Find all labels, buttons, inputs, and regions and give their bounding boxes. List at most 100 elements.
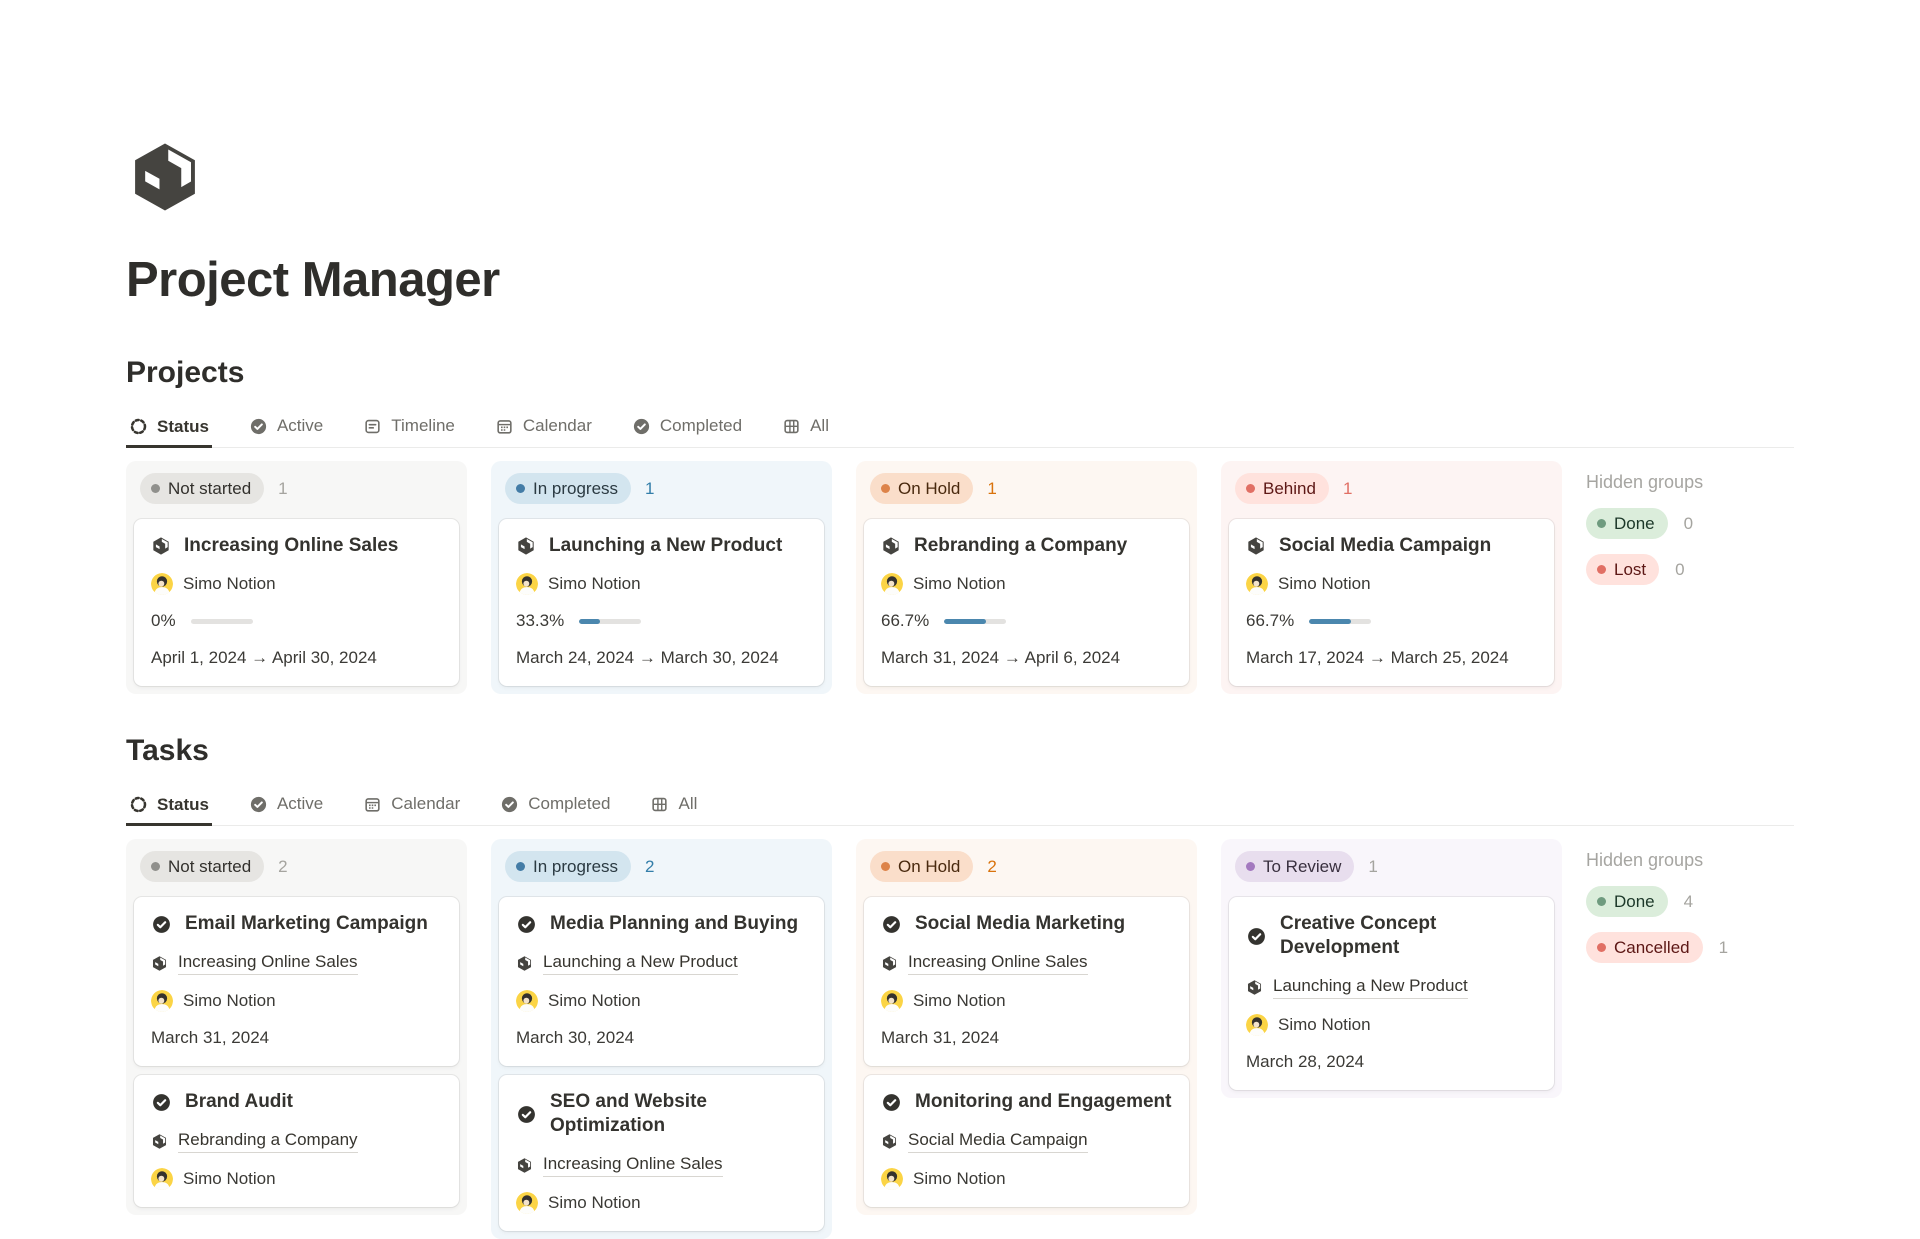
related-project-link[interactable]: Increasing Online Sales (908, 951, 1088, 975)
board-column-to-review: To Review 1 Creative Concept Development La… (1221, 839, 1562, 1098)
task-card[interactable]: SEO and Website Optimization Increasing O… (499, 1075, 824, 1231)
project-card[interactable]: Social Media Campaign Simo Notion 66.7% Mar… (1229, 519, 1554, 686)
status-chip-in-progress[interactable]: In progress (505, 851, 632, 882)
status-chip-done[interactable]: Done (1586, 886, 1668, 917)
tab-active[interactable]: Active (246, 784, 326, 825)
tab-all[interactable]: All (779, 406, 832, 447)
status-chip-cancelled[interactable]: Cancelled (1586, 932, 1703, 963)
tab-label: Timeline (391, 416, 455, 435)
status-chip-not-started[interactable]: Not started (140, 851, 265, 882)
related-project-link[interactable]: Rebranding a Company (178, 1129, 358, 1153)
status-dot-icon (1597, 897, 1606, 906)
person-row: Simo Notion (881, 1168, 1172, 1190)
person-name: Simo Notion (913, 991, 1006, 1010)
column-header: On Hold 2 (862, 845, 1191, 888)
grid-icon (784, 419, 799, 433)
package-icon (153, 537, 169, 555)
status-chip-not-started[interactable]: Not started (140, 473, 265, 504)
tab-label: Completed (659, 416, 743, 435)
person-name: Simo Notion (183, 1169, 276, 1188)
card-title: Social Media Marketing (881, 912, 1172, 936)
check-circle-icon (518, 1105, 535, 1123)
status-chip-to-review[interactable]: To Review (1235, 851, 1355, 882)
person-name: Simo Notion (913, 1169, 1006, 1188)
tab-all[interactable]: All (647, 784, 700, 825)
status-chip-behind[interactable]: Behind (1235, 473, 1329, 504)
status-chip-on-hold[interactable]: On Hold (870, 851, 974, 882)
status-chip-on-hold[interactable]: On Hold (870, 473, 974, 504)
task-card[interactable]: Monitoring and Engagement Social Media Ca… (864, 1075, 1189, 1207)
avatar (516, 1192, 538, 1214)
package-icon (882, 1133, 897, 1149)
tab-completed[interactable]: Completed (629, 406, 745, 447)
progress-bar (944, 618, 1007, 624)
column-header: On Hold 1 (862, 467, 1191, 510)
hidden-groups-label: Hidden groups (1586, 472, 1704, 492)
person-name: Simo Notion (548, 1193, 641, 1212)
person-row: Simo Notion (516, 1192, 807, 1214)
check-circle-icon (633, 418, 649, 434)
hidden-group-count: 1 (1718, 937, 1729, 957)
task-card[interactable]: Creative Concept Development Launching a … (1229, 897, 1554, 1090)
progress-bar (1309, 618, 1372, 624)
card-title-text: Media Planning and Buying (550, 913, 799, 934)
column-header: To Review 1 (1227, 845, 1556, 888)
avatar (1246, 1014, 1268, 1036)
related-project-link[interactable]: Increasing Online Sales (178, 951, 358, 975)
tab-status[interactable]: Status (126, 406, 212, 448)
card-title-text: Monitoring and Engagement (915, 1091, 1172, 1112)
tasks-tabs: Status Active Calendar Completed All (126, 784, 1794, 826)
check-circle-icon (518, 915, 535, 933)
task-card[interactable]: Media Planning and Buying Launching a New… (499, 897, 824, 1066)
progress-bar (579, 618, 642, 624)
related-project-row: Increasing Online Sales (516, 1153, 807, 1177)
task-card[interactable]: Social Media Marketing Increasing Online … (864, 897, 1189, 1066)
related-project-link[interactable]: Social Media Campaign (908, 1129, 1088, 1153)
package-icon (1248, 537, 1264, 555)
hidden-group-lost: Lost 0 (1586, 554, 1794, 585)
projects-board: Not started 1 Increasing Online Sales Simo … (126, 461, 1794, 694)
person-row: Simo Notion (516, 573, 807, 595)
tab-label: Active (276, 794, 324, 813)
card-title: Social Media Campaign (1246, 534, 1537, 558)
projects-heading: Projects (126, 356, 245, 389)
project-card[interactable]: Rebranding a Company Simo Notion 66.7% Marc… (864, 519, 1189, 686)
tab-status[interactable]: Status (126, 784, 212, 826)
status-chip-in-progress[interactable]: In progress (505, 473, 632, 504)
project-card[interactable]: Launching a New Product Simo Notion 33.3% M… (499, 519, 824, 686)
status-chip-lost[interactable]: Lost (1586, 554, 1660, 585)
card-title: SEO and Website Optimization (516, 1090, 807, 1138)
related-project-link[interactable]: Increasing Online Sales (543, 1153, 723, 1177)
progress-bar (190, 618, 253, 624)
related-project-link[interactable]: Launching a New Product (1273, 975, 1468, 999)
package-icon (883, 537, 899, 555)
avatar (881, 573, 903, 595)
person-row: Simo Notion (1246, 573, 1537, 595)
status-chip-done[interactable]: Done (1586, 508, 1668, 539)
person-name: Simo Notion (913, 574, 1006, 593)
avatar (1246, 573, 1268, 595)
tab-calendar[interactable]: Calendar (360, 784, 463, 825)
project-card[interactable]: Increasing Online Sales Simo Notion 0% Apri… (134, 519, 459, 686)
tab-calendar[interactable]: Calendar (492, 406, 595, 447)
related-project-row: Social Media Campaign (881, 1129, 1172, 1153)
tab-label: All (810, 416, 829, 435)
card-title: Creative Concept Development (1246, 912, 1537, 960)
tab-active[interactable]: Active (246, 406, 326, 447)
tab-timeline[interactable]: Timeline (360, 406, 458, 447)
check-circle-icon (250, 796, 267, 812)
board-column-in-progress: In progress 2 Media Planning and Buying Lau… (491, 839, 832, 1239)
card-title: Rebranding a Company (881, 534, 1172, 558)
progress-label: 66.7% (1246, 611, 1295, 630)
card-title-text: Creative Concept Development (1280, 913, 1437, 958)
tab-completed[interactable]: Completed (497, 784, 613, 825)
progress-label: 0% (151, 611, 176, 630)
related-project-link[interactable]: Launching a New Product (543, 951, 738, 975)
avatar (881, 1168, 903, 1190)
status-dot-icon (516, 862, 525, 871)
task-card[interactable]: Email Marketing Campaign Increasing Onlin… (134, 897, 459, 1066)
related-project-row: Increasing Online Sales (881, 951, 1172, 975)
calendar-icon (497, 419, 512, 434)
task-card[interactable]: Brand Audit Rebranding a Company Simo Noti… (134, 1075, 459, 1207)
status-dashed-circle-icon (130, 418, 147, 435)
